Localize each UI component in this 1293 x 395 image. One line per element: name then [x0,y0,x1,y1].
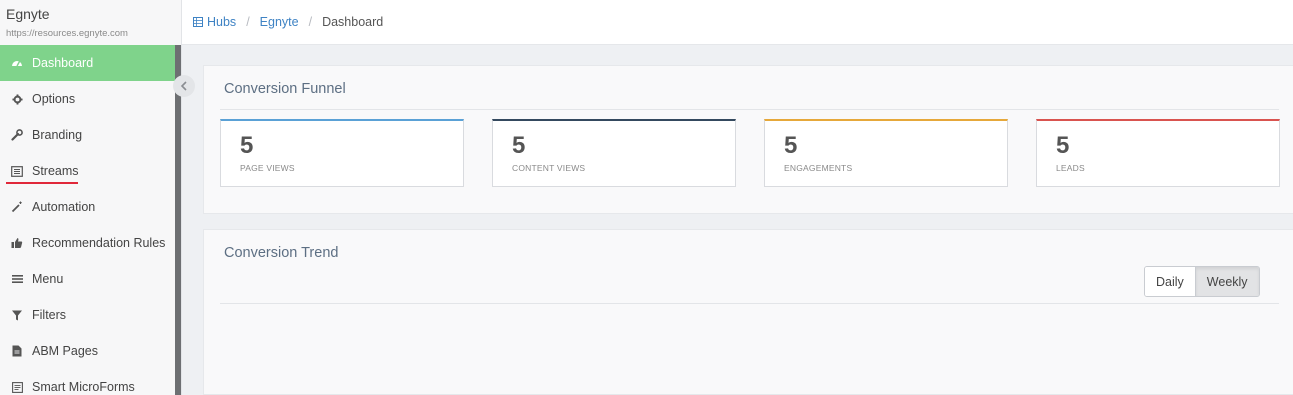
breadcrumb-hubs[interactable]: Hubs [193,15,236,29]
breadcrumb-separator: / [246,15,250,29]
breadcrumb-egnyte[interactable]: Egnyte [260,15,299,29]
brand: Egnyte https://resources.egnyte.com [0,0,181,45]
dashboard-icon [10,56,24,70]
sidebar-item-label: Smart MicroForms [32,380,135,394]
sidebar-item-streams[interactable]: Streams [0,153,181,189]
filter-icon [10,308,24,322]
stat-label: CONTENT VIEWS [512,163,586,173]
grid-icon [193,17,207,27]
weekly-button[interactable]: Weekly [1194,267,1259,296]
panel-divider [220,109,1279,110]
annotation-underline [6,182,78,184]
stat-card-page-views: 5 PAGE VIEWS [220,119,464,187]
chevron-left-icon [180,79,188,94]
sidebar-item-label: Dashboard [32,56,94,70]
breadcrumb-separator: / [308,15,313,29]
sidebar-item-menu[interactable]: Menu [0,261,181,297]
sidebar-item-abm-pages[interactable]: ABM Pages [0,333,181,369]
sidebar-item-dashboard[interactable]: Dashboard [0,45,181,81]
bars-icon [10,272,24,286]
stat-value: 5 [512,132,526,159]
sidebar-collapse-button[interactable] [173,75,195,97]
breadcrumb-current: Dashboard [322,15,384,29]
sidebar-item-recommendation-rules[interactable]: Recommendation Rules [0,225,181,261]
sidebar-item-label: Filters [32,308,67,322]
panel-divider [220,303,1279,304]
breadcrumb: Hubs / Egnyte / Dashboard [182,0,1293,45]
conversion-trend-panel: Conversion Trend Daily Weekly [203,229,1293,395]
stat-value: 5 [784,132,798,159]
gear-icon [10,92,24,106]
conversion-funnel-panel: Conversion Funnel 5 PAGE VIEWS 5 CONTENT… [203,65,1293,214]
sidebar-item-label: Options [32,92,76,106]
sidebar-item-label: Streams [32,164,79,178]
daily-button[interactable]: Daily [1145,267,1195,296]
sidebar-item-filters[interactable]: Filters [0,297,181,333]
stat-label: LEADS [1056,163,1085,173]
sidebar-scrollbar-thumb[interactable] [175,45,181,395]
sidebar-item-label: Recommendation Rules [32,236,166,250]
brand-url: https://resources.egnyte.com [6,28,128,39]
sidebar-item-automation[interactable]: Automation [0,189,181,225]
stat-value: 5 [1056,132,1070,159]
brand-name: Egnyte [6,6,50,22]
sidebar: Egnyte https://resources.egnyte.com Dash… [0,0,182,395]
sidebar-item-label: Branding [32,128,83,142]
stat-card-content-views: 5 CONTENT VIEWS [492,119,736,187]
list-alt-icon [10,164,24,178]
sidebar-item-label: Menu [32,272,64,286]
period-toggle: Daily Weekly [1144,266,1260,297]
wrench-icon [10,128,24,142]
sidebar-item-smart-microforms[interactable]: Smart MicroForms [0,369,181,395]
thumbs-up-icon [10,236,24,250]
stat-label: ENGAGEMENTS [784,163,853,173]
sidebar-item-branding[interactable]: Branding [0,117,181,153]
stat-card-leads: 5 LEADS [1036,119,1280,187]
magic-wand-icon [10,200,24,214]
panel-title: Conversion Funnel [224,81,346,97]
document-icon [10,344,24,358]
stat-value: 5 [240,132,254,159]
panel-title: Conversion Trend [224,245,339,261]
breadcrumb-hubs-label: Hubs [207,15,237,29]
sidebar-item-options[interactable]: Options [0,81,181,117]
sidebar-item-label: ABM Pages [32,344,99,358]
stat-card-engagements: 5 ENGAGEMENTS [764,119,1008,187]
stat-label: PAGE VIEWS [240,163,295,173]
sidebar-item-label: Automation [32,200,96,214]
form-icon [10,380,24,394]
